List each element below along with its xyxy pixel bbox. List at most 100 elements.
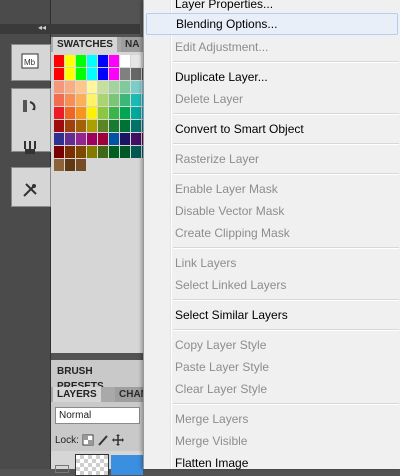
color-swatch[interactable] [109,94,119,106]
color-swatch[interactable] [109,55,119,67]
history-icon[interactable] [16,93,44,119]
color-swatch[interactable] [98,133,108,145]
menu-item-flatten-image[interactable]: Flatten Image [144,452,400,474]
color-swatch[interactable] [131,120,141,132]
menu-item-edit-adjustment[interactable]: Edit Adjustment... [144,36,400,58]
tab-swatches[interactable]: SWATCHES [53,37,117,52]
color-swatch[interactable] [98,68,108,80]
color-swatch[interactable] [87,68,97,80]
color-swatch[interactable] [54,55,64,67]
color-swatch[interactable] [120,120,130,132]
color-swatch[interactable] [65,159,75,171]
menu-item-blending-options[interactable]: Blending Options... [146,13,398,35]
color-swatch[interactable] [109,146,119,158]
menu-item-copy-layer-style[interactable]: Copy Layer Style [144,334,400,356]
menu-item-merge-layers[interactable]: Merge Layers [144,408,400,430]
color-swatch[interactable] [120,55,130,67]
color-swatch[interactable] [109,68,119,80]
color-swatch[interactable] [65,55,75,67]
color-swatch[interactable] [76,133,86,145]
color-swatch[interactable] [131,55,141,67]
tab-brush-presets[interactable]: BRUSH PRESETS [53,364,143,392]
color-swatch[interactable] [131,81,141,93]
actions-icon[interactable] [16,135,44,161]
menu-item-link-layers[interactable]: Link Layers [144,252,400,274]
color-swatch[interactable] [76,146,86,158]
blend-mode-select[interactable]: Normal [55,407,140,424]
menu-item-enable-layer-mask[interactable]: Enable Layer Mask [144,178,400,200]
color-swatch[interactable] [131,107,141,119]
color-swatch[interactable] [131,68,141,80]
color-swatch[interactable] [54,107,64,119]
color-swatch[interactable] [54,68,64,80]
color-swatch[interactable] [87,81,97,93]
color-swatch[interactable] [120,107,130,119]
color-swatch[interactable] [76,107,86,119]
color-swatch[interactable] [98,146,108,158]
color-swatch[interactable] [65,107,75,119]
color-swatch[interactable] [98,55,108,67]
color-swatch[interactable] [109,81,119,93]
color-swatch[interactable] [76,94,86,106]
layer-row[interactable] [51,451,143,476]
menu-item-delete-layer[interactable]: Delete Layer [144,88,400,110]
color-swatch[interactable] [87,107,97,119]
color-swatch[interactable] [76,55,86,67]
color-swatch[interactable] [54,146,64,158]
menu-item-clear-layer-style[interactable]: Clear Layer Style [144,378,400,400]
color-swatch[interactable] [76,81,86,93]
tab-layers[interactable]: LAYERS [53,387,101,402]
tools-icon[interactable] [16,177,44,203]
color-swatch[interactable] [76,68,86,80]
color-swatch[interactable] [76,120,86,132]
color-swatch[interactable] [54,133,64,145]
color-swatch[interactable] [131,133,141,145]
color-swatch[interactable] [65,133,75,145]
color-swatch[interactable] [65,68,75,80]
color-swatch[interactable] [120,146,130,158]
tab-navigator[interactable]: NA [121,37,144,52]
color-swatch[interactable] [87,146,97,158]
menu-item-select-similar-layers[interactable]: Select Similar Layers [144,304,400,326]
menu-item-paste-layer-style[interactable]: Paste Layer Style [144,356,400,378]
color-swatch[interactable] [65,94,75,106]
panel-collapse-bar[interactable]: ◂◂ [0,23,140,34]
mini-bridge-icon[interactable]: Mb [16,48,44,74]
color-swatch[interactable] [65,81,75,93]
color-swatch[interactable] [98,120,108,132]
color-swatch[interactable] [54,120,64,132]
color-swatch[interactable] [131,146,141,158]
color-swatch[interactable] [98,81,108,93]
menu-item-duplicate-layer[interactable]: Duplicate Layer... [144,66,400,88]
color-swatch[interactable] [87,55,97,67]
menu-item-disable-vector-mask[interactable]: Disable Vector Mask [144,200,400,222]
color-swatch[interactable] [65,120,75,132]
menu-item-create-clipping-mask[interactable]: Create Clipping Mask [144,222,400,244]
menu-item-convert-smart-object[interactable]: Convert to Smart Object [144,118,400,140]
color-swatch[interactable] [120,94,130,106]
color-swatch[interactable] [87,133,97,145]
color-swatch[interactable] [87,120,97,132]
menu-item-rasterize-layer[interactable]: Rasterize Layer [144,148,400,170]
color-swatch[interactable] [54,81,64,93]
color-swatch[interactable] [98,94,108,106]
color-swatch[interactable] [109,133,119,145]
color-swatch[interactable] [120,68,130,80]
color-swatch[interactable] [76,159,86,171]
color-swatch[interactable] [54,159,64,171]
color-swatch[interactable] [87,94,97,106]
color-swatch[interactable] [131,94,141,106]
color-swatch[interactable] [109,120,119,132]
color-swatch[interactable] [120,81,130,93]
lock-position-icon[interactable] [111,434,124,446]
visibility-icon[interactable] [55,465,69,473]
color-swatch[interactable] [65,146,75,158]
color-swatch[interactable] [54,94,64,106]
menu-item-merge-visible[interactable]: Merge Visible [144,430,400,452]
collapse-icon[interactable]: ◂◂ [38,23,46,32]
menu-item-select-linked-layers[interactable]: Select Linked Layers [144,274,400,296]
lock-transparent-icon[interactable] [82,434,94,446]
color-swatch[interactable] [120,133,130,145]
color-swatch[interactable] [109,107,119,119]
lock-image-icon[interactable] [97,434,109,446]
